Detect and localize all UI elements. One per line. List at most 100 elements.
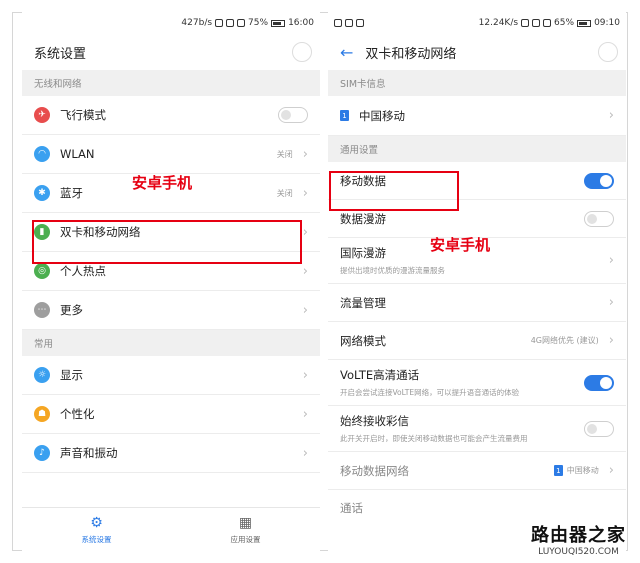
mute-icon: [215, 19, 224, 27]
row-value: 关闭: [276, 149, 293, 159]
watermark-url: LUYOUQI520.COM: [538, 547, 619, 557]
setting-icon: ◎: [34, 263, 50, 279]
settings-row[interactable]: ◠ WLAN 关闭 ›: [22, 135, 320, 174]
chevron-right-icon: ›: [302, 224, 308, 240]
back-arrow-icon[interactable]: ←: [340, 43, 353, 62]
image-icon: [345, 19, 353, 27]
row-label: 数据漫游: [340, 211, 386, 226]
settings-row[interactable]: 始终接收彩信此开关开启时，即使关闭移动数据也可能会产生流量费用: [328, 406, 626, 452]
settings-row[interactable]: ☗ 个性化 ›: [22, 395, 320, 434]
settings-row[interactable]: 流量管理 ›: [328, 284, 626, 322]
toggle-switch[interactable]: [584, 420, 614, 437]
row-label: 流量管理: [340, 295, 386, 310]
row-label: VoLTE高清通话: [340, 368, 420, 382]
row-label: 蓝牙: [60, 186, 83, 200]
tab-label: 应用设置: [230, 534, 261, 544]
chevron-right-icon: ›: [608, 253, 614, 268]
signal-icon: [543, 19, 552, 27]
network-speed: 12.24K/s: [478, 18, 519, 28]
settings-row[interactable]: ⋯ 更多 ›: [22, 291, 320, 330]
title-bar: ← 双卡和移动网络: [328, 34, 626, 70]
row-label: 网络模式: [340, 333, 386, 348]
annotation-label: 安卓手机: [430, 236, 491, 254]
grid-icon: ▦: [238, 514, 253, 531]
toggle-switch[interactable]: [584, 374, 614, 391]
setting-icon: ☗: [34, 406, 50, 422]
airplane-toggle[interactable]: [278, 107, 308, 123]
row-value: 关闭: [276, 188, 293, 198]
row-label: 移动数据网络: [340, 463, 409, 478]
chevron-right-icon: ›: [302, 185, 308, 201]
search-icon[interactable]: [292, 42, 312, 62]
setting-icon: ☼: [34, 367, 50, 383]
chevron-right-icon: ›: [302, 445, 308, 461]
row-text: VoLTE高清通话开启会尝试连接VoLTE网络，可以提升语音通话的体验: [340, 367, 519, 398]
settings-row[interactable]: 网络模式 4G网络优先 (建议) ›: [328, 322, 626, 360]
page-title: 双卡和移动网络: [365, 46, 457, 62]
row-text: 数据漫游: [340, 211, 386, 227]
row-description: 此开关开启时，即使关闭移动数据也可能会产生流量费用: [340, 434, 528, 443]
mute-icon: [521, 19, 530, 27]
watermark: 路由器之家 LUYOUQI520.COM: [531, 521, 626, 557]
battery-percent: 65%: [554, 18, 575, 28]
settings-row[interactable]: ☼ 显示 ›: [22, 356, 320, 395]
alarm-icon: [532, 19, 541, 27]
tab-label: 系统设置: [81, 534, 112, 544]
tab-app-settings[interactable]: ▦ 应用设置: [171, 508, 320, 551]
setting-icon: ♪: [34, 445, 50, 461]
section-header: 通用设置: [328, 136, 626, 162]
setting-icon: ◠: [34, 146, 50, 162]
row-value: 中国移动: [566, 466, 599, 475]
row-label: 更多: [60, 303, 83, 317]
search-icon[interactable]: [598, 42, 618, 62]
settings-row[interactable]: VoLTE高清通话开启会尝试连接VoLTE网络，可以提升语音通话的体验: [328, 360, 626, 406]
sim1-icon: 1: [553, 465, 563, 476]
right-phone: 12.24K/s 65% 09:10 ← 双卡和移动网络 SIM卡信息 1 中国…: [328, 12, 626, 551]
clock: 16:00: [288, 18, 314, 28]
section-header: SIM卡信息: [328, 70, 626, 96]
left-phone: 427b/s 75% 16:00 系统设置 无线和网络 ✈ 飞行模式 ◠ WLAN 关闭…: [22, 12, 320, 551]
settings-row[interactable]: ✈ 飞行模式: [22, 96, 320, 135]
row-description: 提供出境时优质的漫游流量服务: [340, 266, 445, 275]
title-bar: 系统设置: [22, 34, 320, 70]
highlight-box: [329, 171, 459, 211]
chevron-right-icon: ›: [302, 367, 308, 383]
row-label: 飞行模式: [60, 108, 106, 122]
row-label: 声音和振动: [60, 446, 118, 460]
battery-icon: [271, 19, 286, 27]
chevron-right-icon: ›: [302, 263, 308, 279]
settings-row[interactable]: 移动数据网络 1 中国移动 ›: [328, 452, 626, 490]
alarm-icon: [226, 19, 235, 27]
row-description: 开启会尝试连接VoLTE网络，可以提升语音通话的体验: [340, 388, 520, 397]
chevron-right-icon: ›: [302, 146, 308, 162]
message-icon: [334, 19, 342, 27]
row-label: 始终接收彩信: [340, 414, 409, 428]
toggle-switch[interactable]: [584, 210, 614, 227]
row-text: 移动数据网络: [340, 463, 409, 479]
chevron-right-icon: ›: [608, 463, 614, 478]
row-label: 个人热点: [60, 264, 106, 278]
watermark-title: 路由器之家: [531, 525, 626, 546]
page-title: 系统设置: [34, 46, 87, 62]
row-label: WLAN: [60, 147, 95, 161]
chevron-right-icon: ›: [608, 333, 614, 348]
annotation-label: 安卓手机: [132, 174, 193, 192]
gear-icon: ⚙: [90, 514, 103, 531]
toggle-switch[interactable]: [584, 172, 614, 189]
row-label: 显示: [60, 368, 83, 382]
row-value: 4G网络优先 (建议): [530, 336, 599, 345]
highlight-box: [32, 220, 302, 264]
status-bar: 427b/s 75% 16:00: [22, 12, 320, 34]
battery-icon: [577, 19, 592, 27]
status-bar: 12.24K/s 65% 09:10: [328, 12, 626, 34]
sim-card-row[interactable]: 1 中国移动 ›: [328, 96, 626, 136]
settings-row[interactable]: ♪ 声音和振动 ›: [22, 434, 320, 473]
row-text: 始终接收彩信此开关开启时，即使关闭移动数据也可能会产生流量费用: [340, 413, 528, 444]
setting-icon: ✈: [34, 107, 50, 123]
row-text: 流量管理: [340, 295, 386, 311]
setting-icon: ⋯: [34, 302, 50, 318]
row-text: 网络模式: [340, 333, 386, 349]
section-header: 常用: [22, 330, 320, 356]
tab-system-settings[interactable]: ⚙ 系统设置: [22, 508, 171, 551]
battery-percent: 75%: [248, 18, 269, 28]
